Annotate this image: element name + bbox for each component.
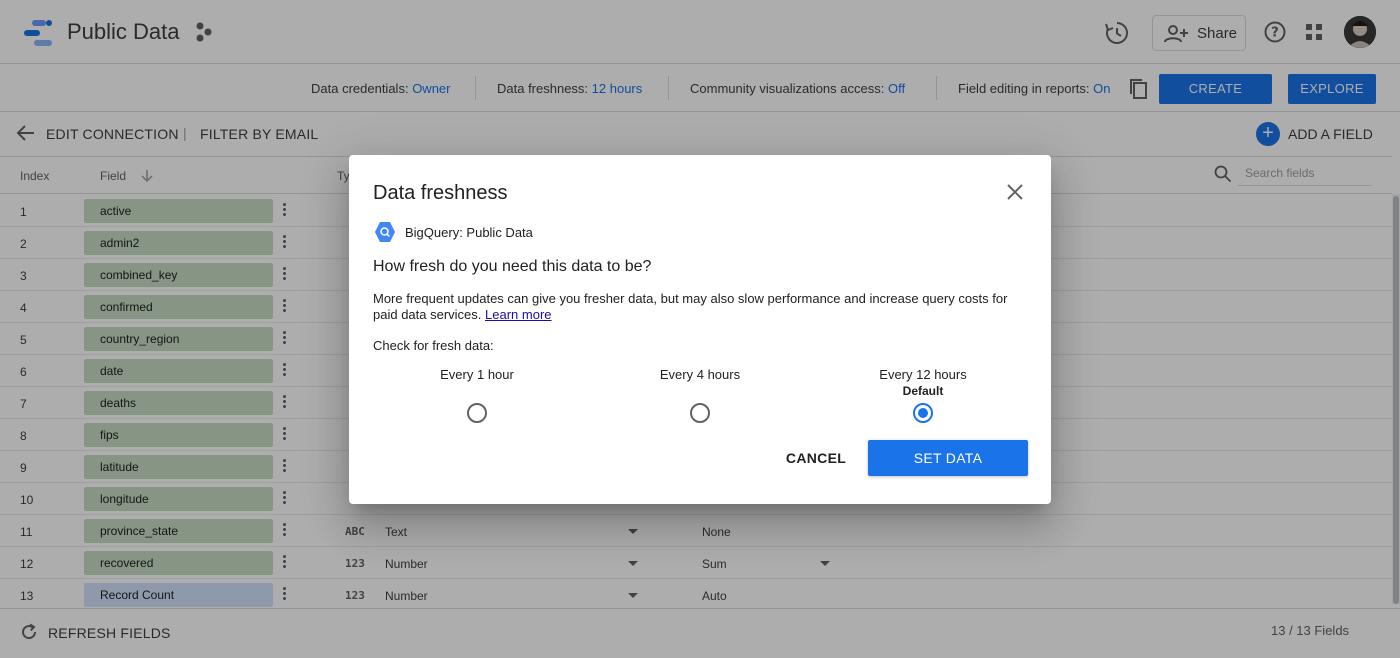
cancel-button[interactable]: CANCEL bbox=[780, 440, 852, 476]
bigquery-icon bbox=[374, 221, 396, 248]
description-text: More frequent updates can give you fresh… bbox=[373, 291, 1008, 322]
default-badge: Default bbox=[902, 384, 944, 398]
set-data-freshness-button[interactable]: SET DATA FRESHNESS bbox=[868, 440, 1028, 502]
radio-every-1-hour[interactable] bbox=[467, 403, 487, 423]
learn-more-link[interactable]: Learn more bbox=[485, 307, 551, 322]
option-label: Every 4 hours bbox=[659, 367, 741, 382]
check-for-fresh-data-label: Check for fresh data: bbox=[373, 338, 494, 353]
option-label: Every 1 hour bbox=[440, 367, 514, 382]
radio-every-12-hours[interactable] bbox=[913, 403, 933, 423]
option-label: Every 12 hours bbox=[879, 367, 967, 382]
dialog-title: Data freshness bbox=[373, 182, 508, 204]
close-icon[interactable] bbox=[1004, 181, 1026, 203]
option-every-1-hour-label: Every 1 hour bbox=[387, 367, 567, 382]
radio-every-4-hours[interactable] bbox=[690, 403, 710, 423]
data-source-name: BigQuery: Public Data bbox=[405, 225, 533, 240]
freshness-description: More frequent updates can give you fresh… bbox=[373, 291, 1023, 323]
data-freshness-dialog: Data freshness BigQuery: Public Data How… bbox=[349, 155, 1051, 504]
option-every-4-hours-label: Every 4 hours bbox=[610, 367, 790, 382]
option-every-12-hours-label: Every 12 hours Default bbox=[833, 367, 1013, 398]
freshness-question: How fresh do you need this data to be? bbox=[373, 258, 652, 275]
